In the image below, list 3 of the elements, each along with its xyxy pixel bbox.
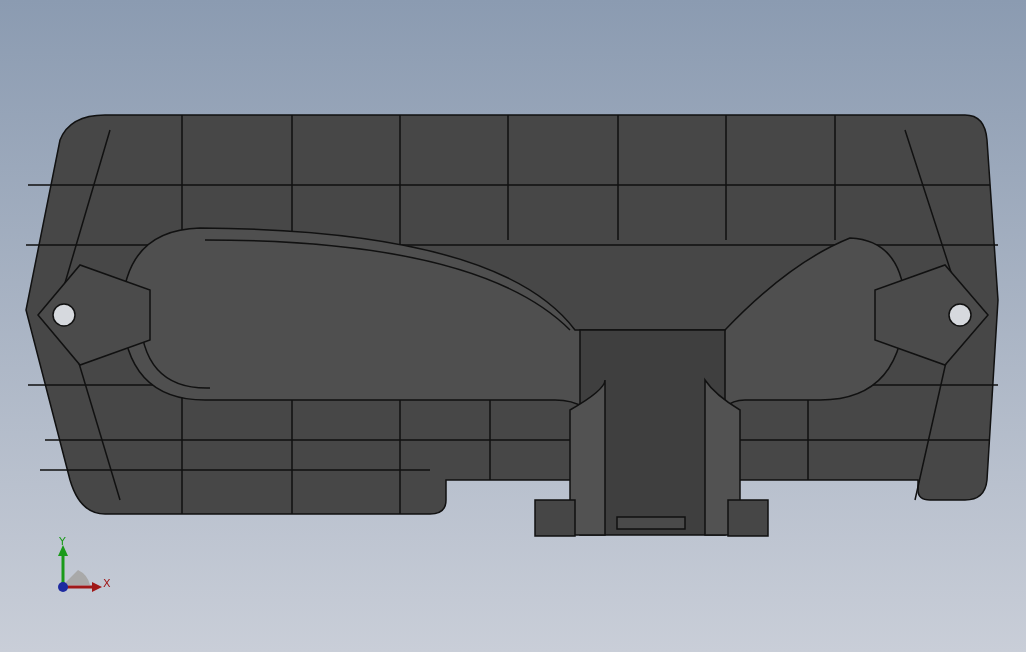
triad-icon (58, 545, 102, 592)
x-axis-label: X (103, 577, 111, 590)
y-axis-label: Y (59, 535, 66, 548)
